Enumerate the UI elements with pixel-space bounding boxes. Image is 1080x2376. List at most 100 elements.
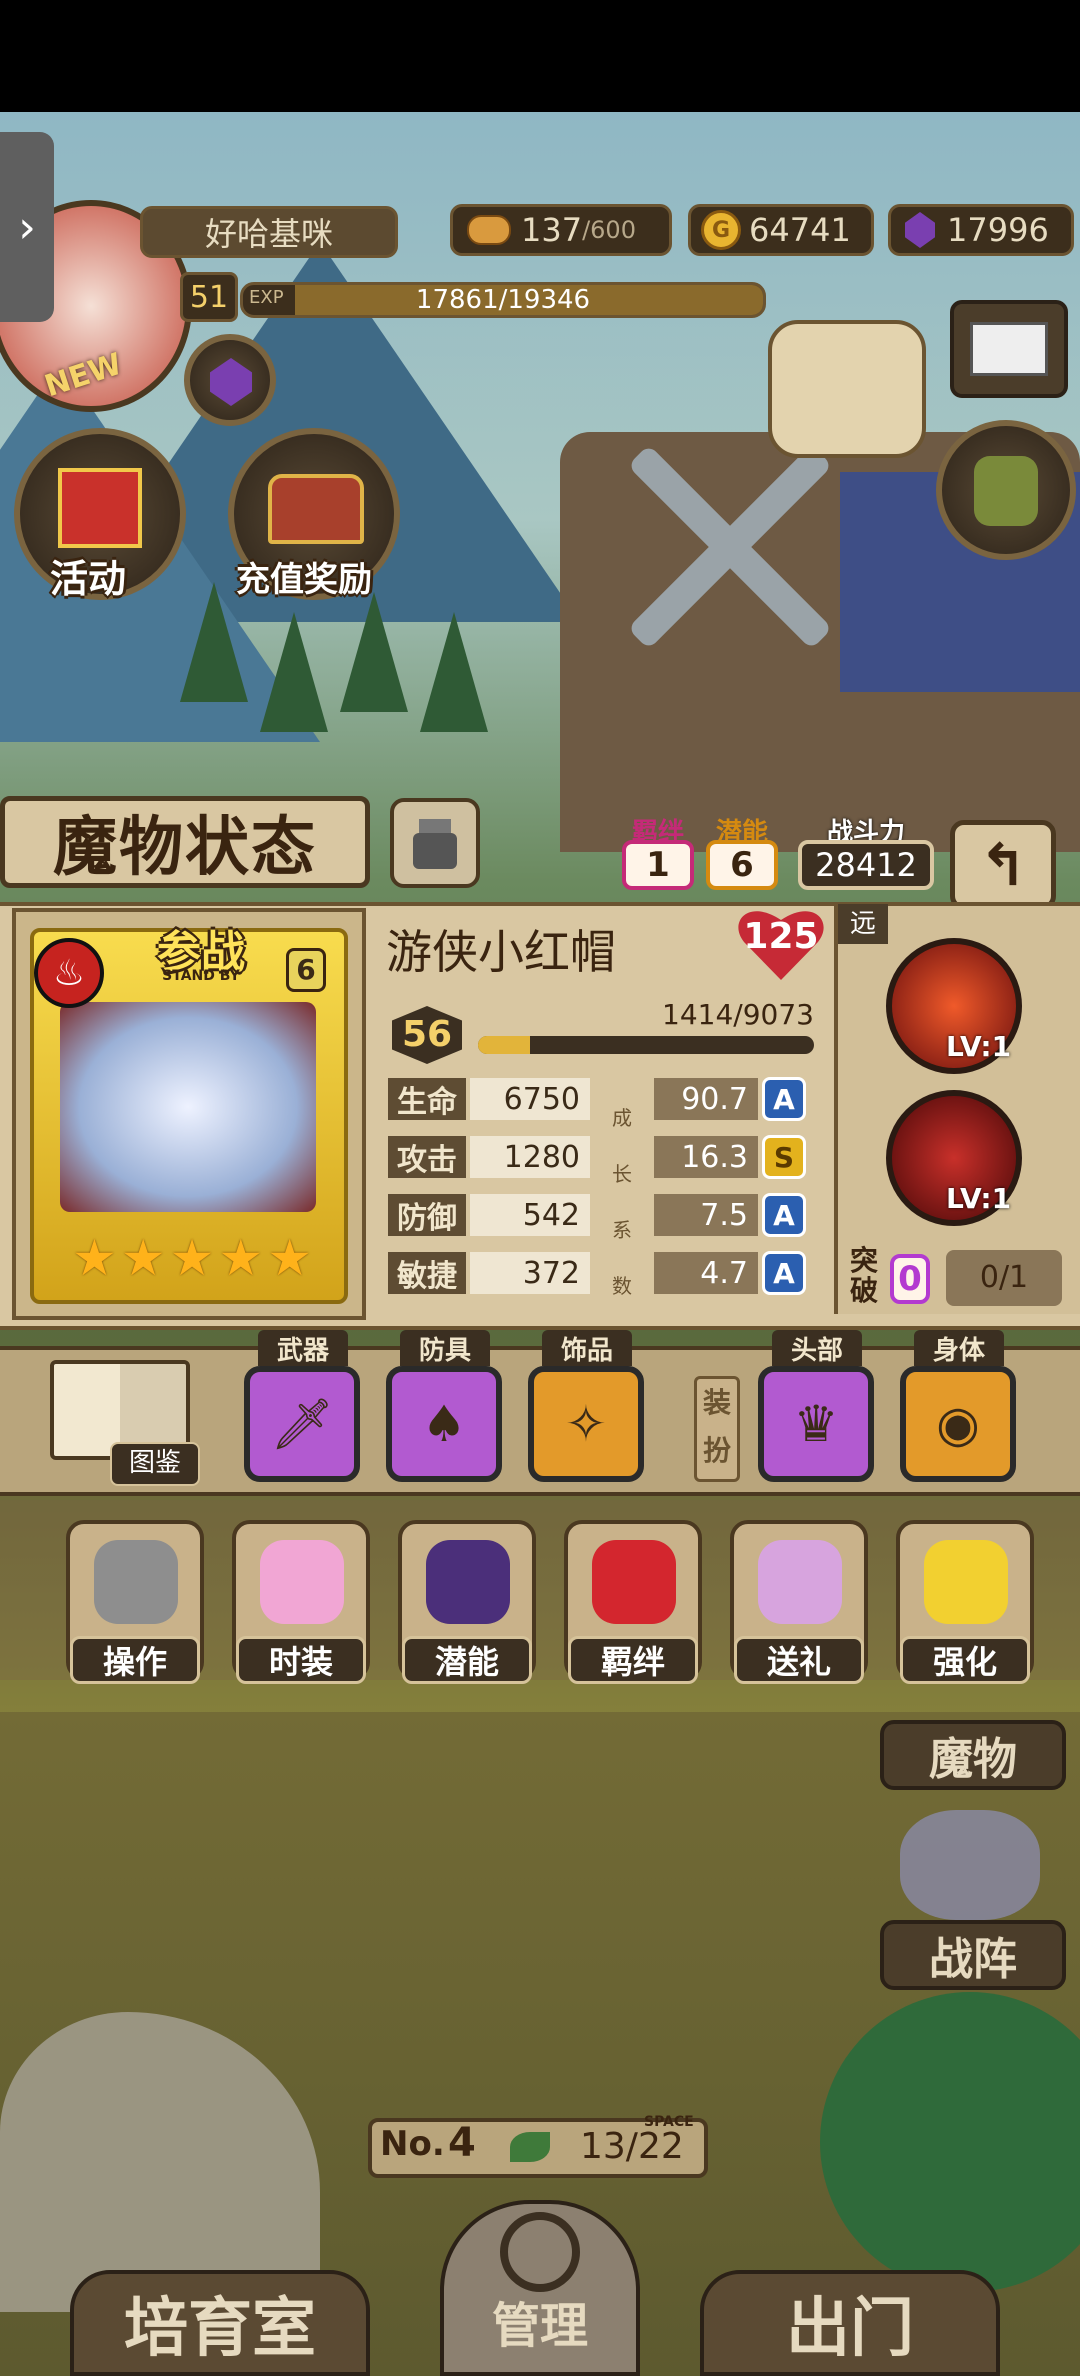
weapon-slot[interactable]: 🗡	[244, 1366, 360, 1482]
player-name-plate: 好哈基咪	[140, 206, 398, 258]
monster-status-title-plate: 魔物状态	[0, 796, 370, 888]
tree-image	[420, 612, 488, 732]
bread-icon	[467, 215, 511, 245]
power-value: 28412	[798, 840, 934, 890]
gem-shop-button[interactable]	[184, 334, 276, 426]
stat-growth-value: 4.7	[654, 1252, 758, 1294]
menu-gift-label: 送礼	[734, 1636, 864, 1684]
stat-grade-badge: A	[762, 1251, 806, 1295]
guidebook-label: 图鉴	[110, 1442, 200, 1486]
character-name: 游侠小红帽	[386, 925, 616, 979]
leaf-icon	[510, 2132, 550, 2162]
gem-counter[interactable]: 17996	[888, 204, 1074, 256]
tree-image	[260, 612, 328, 732]
skill-2-level: LV:1	[946, 1182, 1012, 1215]
gold-amount: 64741	[749, 211, 851, 249]
weapon-item-icon: 🗡	[270, 1394, 334, 1453]
backpack-icon	[974, 456, 1038, 526]
back-button[interactable]: ↰	[950, 820, 1056, 910]
stat-growth-value: 16.3	[654, 1136, 758, 1178]
stamina-counter[interactable]: 137 /600	[450, 204, 672, 256]
monsters-button[interactable]: 魔物	[880, 1720, 1066, 1790]
room-no-value: 4	[448, 2120, 476, 2166]
return-arrow-icon: ↰	[978, 831, 1028, 899]
lock-icon	[413, 833, 457, 869]
stamina-current: 137	[521, 211, 583, 249]
head-slot[interactable]: ♛	[758, 1366, 874, 1482]
menu-potential-label: 潜能	[402, 1636, 532, 1684]
side-drawer-toggle[interactable]: ›	[0, 132, 54, 322]
monster-status-title: 魔物状态	[53, 811, 317, 885]
stat-value: 6750	[470, 1078, 590, 1120]
player-level: 51	[180, 272, 238, 322]
backpack-button[interactable]	[936, 420, 1076, 560]
space-value: 13/22	[580, 2126, 684, 2167]
stat-growth-value: 90.7	[654, 1078, 758, 1120]
star-rating: ★ ★ ★ ★ ★	[72, 1230, 312, 1286]
stamina-max: /600	[582, 216, 636, 244]
hearts-icon	[592, 1540, 676, 1624]
exit-label: 出门	[786, 2292, 914, 2366]
mail-button[interactable]	[950, 300, 1068, 398]
tree-image	[340, 592, 408, 712]
quest-scroll-button[interactable]	[768, 320, 926, 458]
monsters-label: 魔物	[929, 1734, 1017, 1785]
bond-value: 1	[622, 840, 694, 890]
nursery-label: 培育室	[124, 2292, 316, 2366]
breakthrough-progress[interactable]: 0/1	[946, 1250, 1062, 1306]
character-exp-fill	[478, 1036, 531, 1054]
exit-button[interactable]: 出门	[700, 2270, 1000, 2376]
fire-element-icon: ♨	[34, 938, 104, 1008]
skill-1-button[interactable]: LV:1	[886, 938, 1022, 1074]
body-slot[interactable]: ◉	[900, 1366, 1016, 1482]
skill-2-button[interactable]: LV:1	[886, 1090, 1022, 1226]
character-card[interactable]: ♨ 参战 STAND BY 6 ★ ★ ★ ★ ★	[12, 908, 366, 1320]
body-slot-tag: 身体	[914, 1330, 1004, 1366]
devil-icon	[426, 1540, 510, 1624]
stat-value: 372	[470, 1252, 590, 1294]
potential-value: 6	[706, 840, 778, 890]
formation-button[interactable]: 战阵	[880, 1920, 1066, 1990]
gem-amount: 17996	[947, 211, 1049, 249]
stat-growth-value: 7.5	[654, 1194, 758, 1236]
head-item-icon: ♛	[793, 1395, 839, 1453]
gold-counter[interactable]: G 64741	[688, 204, 874, 256]
status-bar	[0, 0, 1080, 112]
breakthrough-count: 0	[890, 1254, 930, 1304]
stat-grade-badge: A	[762, 1077, 806, 1121]
growth-char-0: 成	[612, 1106, 632, 1130]
stat-value: 1280	[470, 1136, 590, 1178]
armor-slot[interactable]: ♠	[386, 1366, 502, 1482]
star-icon: ★	[120, 1229, 166, 1287]
skill-1-level: LV:1	[946, 1030, 1012, 1063]
treasure-chest-icon	[268, 474, 364, 544]
gift-box-icon	[58, 468, 142, 548]
dress-icon	[260, 1540, 344, 1624]
envelope-icon	[970, 322, 1048, 376]
keys-icon	[500, 2212, 580, 2292]
stat-label: 防御	[388, 1194, 466, 1236]
rank-badge: 6	[286, 948, 326, 992]
star-icon: ★	[169, 1229, 215, 1287]
character-portrait	[60, 1002, 316, 1212]
stat-label: 攻击	[388, 1136, 466, 1178]
stat-grade-badge: A	[762, 1193, 806, 1237]
star-icon: ★	[218, 1229, 264, 1287]
accessory-slot[interactable]: ✧	[528, 1366, 644, 1482]
menu-enhance-label: 强化	[900, 1636, 1030, 1684]
activity-label: 活动	[50, 557, 127, 601]
lock-button[interactable]	[390, 798, 480, 888]
gold-coin-icon: G	[701, 210, 741, 250]
range-tag: 远	[838, 904, 888, 944]
character-exp-bar	[478, 1036, 814, 1054]
nursery-button[interactable]: 培育室	[70, 2270, 370, 2376]
growth-char-3: 数	[612, 1274, 632, 1298]
standby-sub-label: STAND BY	[162, 968, 240, 984]
breakthrough-label: 突破	[850, 1244, 879, 1307]
gear-icon	[94, 1540, 178, 1624]
guidebook-button[interactable]: 图鉴	[40, 1350, 200, 1490]
chevron-right-icon: ›	[18, 201, 36, 253]
menu-operation-label: 操作	[70, 1636, 200, 1684]
formation-label: 战阵	[929, 1934, 1017, 1985]
formation-character-icon	[900, 1810, 1040, 1920]
